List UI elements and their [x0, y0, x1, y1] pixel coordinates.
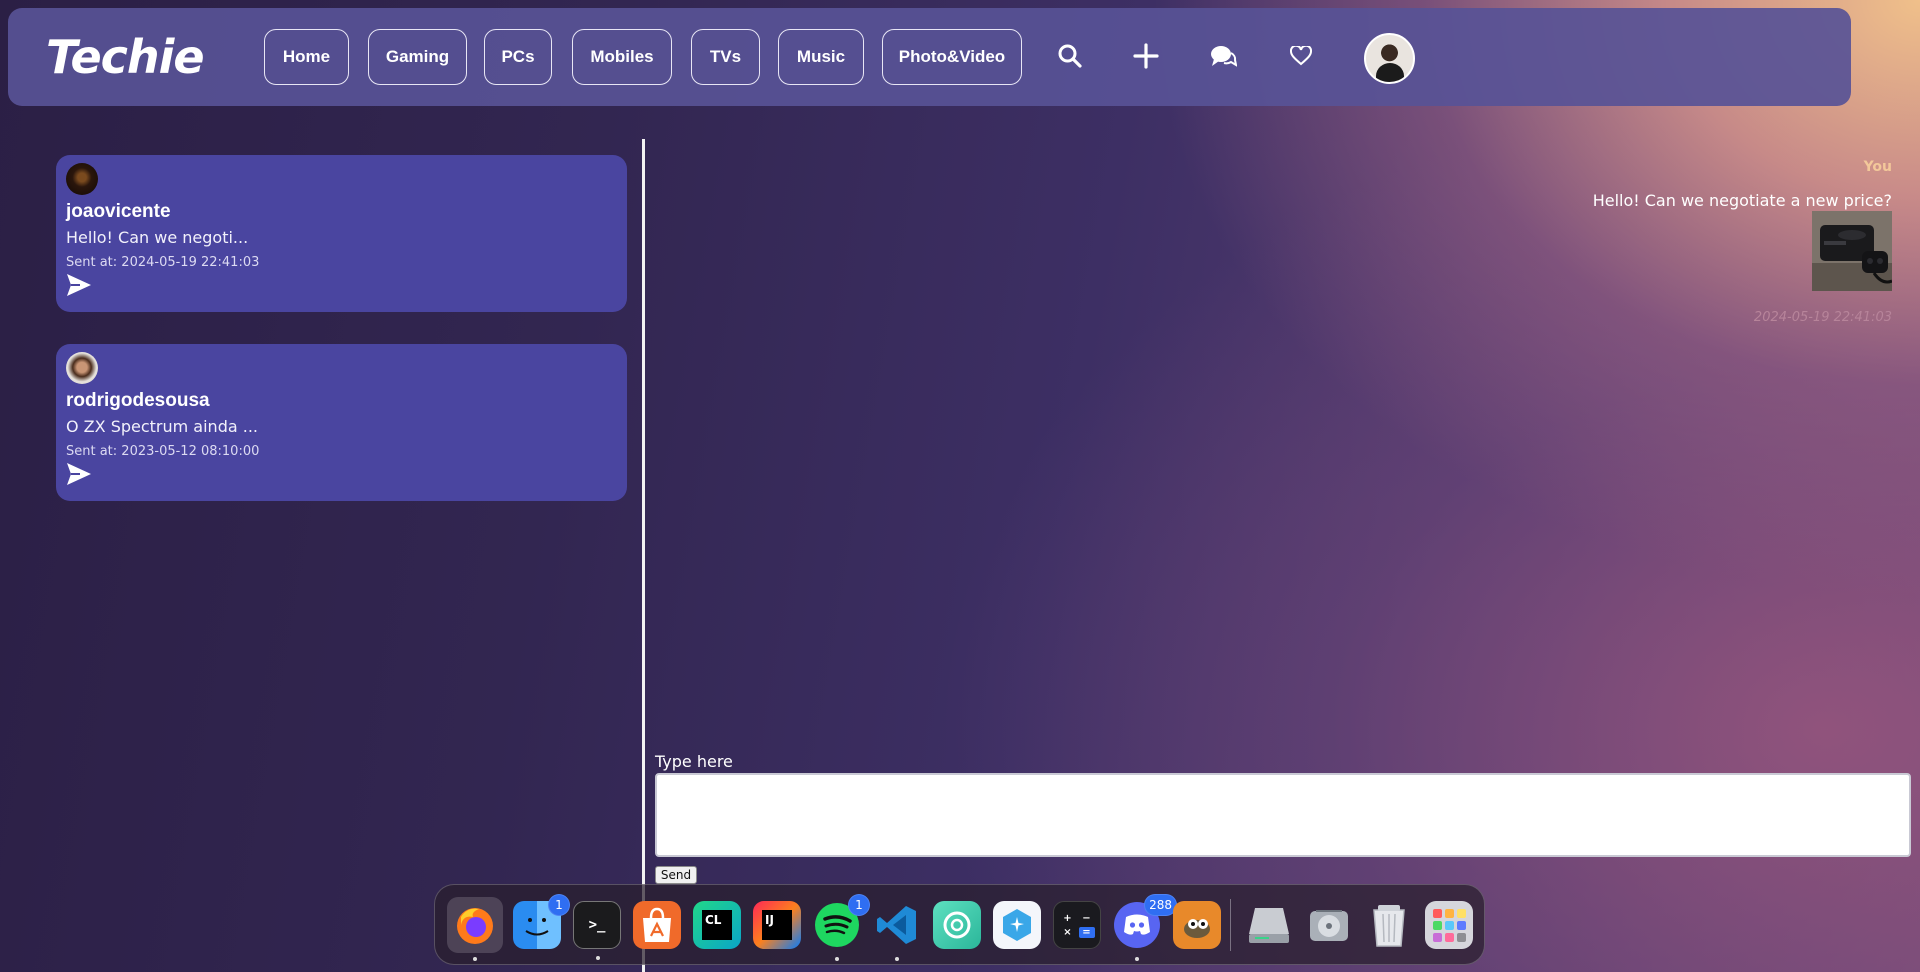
macos-dock: 1 >_ CL IJ 1 + − × = 288	[434, 884, 1485, 965]
lens-icon[interactable]	[933, 901, 981, 949]
conversation-card[interactable]: rodrigodesousa O ZX Spectrum ainda ... S…	[56, 344, 627, 501]
nav-photo-video-button[interactable]: Photo&Video	[882, 29, 1022, 85]
conversation-card[interactable]: joaovicente Hello! Can we negoti... Sent…	[56, 155, 627, 312]
message-image[interactable]	[1812, 211, 1892, 291]
send-arrow-icon[interactable]	[66, 462, 92, 488]
avatar	[66, 352, 98, 384]
conversation-timestamp: Sent at: 2024-05-19 22:41:03	[66, 255, 260, 270]
terminal-icon[interactable]: >_	[573, 901, 621, 960]
app-store-icon[interactable]	[633, 901, 681, 949]
conversation-preview: Hello! Can we negoti...	[66, 228, 249, 247]
nav-tvs-button[interactable]: TVs	[691, 29, 760, 85]
hex-app-icon[interactable]	[993, 901, 1041, 949]
finder-icon[interactable]: 1	[513, 894, 570, 949]
nav-home-button[interactable]: Home	[264, 29, 349, 85]
nav-gaming-button[interactable]: Gaming	[368, 29, 467, 85]
intellij-idea-icon[interactable]: IJ	[753, 901, 801, 949]
finder-badge: 1	[548, 894, 570, 916]
firefox-icon[interactable]	[447, 897, 503, 961]
site-logo[interactable]: Techie	[46, 30, 205, 84]
message-input-label: Type here	[655, 752, 733, 771]
launchpad-icon[interactable]	[1425, 901, 1473, 949]
trash-icon[interactable]	[1365, 901, 1413, 949]
nav-pcs-button[interactable]: PCs	[484, 29, 552, 85]
top-navbar: Techie Home Gaming PCs Mobiles TVs Music…	[8, 8, 1851, 106]
gimp-icon[interactable]	[1173, 901, 1221, 949]
send-arrow-icon[interactable]	[66, 273, 92, 299]
search-icon[interactable]	[1055, 41, 1085, 71]
clion-icon[interactable]: CL	[693, 901, 741, 949]
plus-icon[interactable]	[1131, 41, 1161, 71]
message-timestamp: 2024-05-19 22:41:03	[1753, 310, 1892, 325]
message-author: You	[1863, 159, 1892, 175]
dock-separator	[1230, 899, 1231, 951]
vscode-icon[interactable]	[873, 901, 921, 961]
disk-utility-icon[interactable]	[1305, 901, 1353, 949]
avatar	[66, 163, 98, 195]
conversation-preview: O ZX Spectrum ainda ...	[66, 417, 258, 436]
conversation-timestamp: Sent at: 2023-05-12 08:10:00	[66, 444, 260, 459]
user-avatar[interactable]	[1364, 33, 1415, 84]
conversation-username: joaovicente	[66, 201, 171, 222]
chat-icon[interactable]	[1208, 41, 1238, 71]
calculator-icon[interactable]: + − × =	[1053, 901, 1101, 949]
spotify-badge: 1	[848, 894, 870, 916]
message-text: Hello! Can we negotiate a new price?	[1592, 191, 1892, 210]
nav-music-button[interactable]: Music	[778, 29, 864, 85]
spotify-icon[interactable]: 1	[813, 894, 870, 961]
send-button[interactable]: Send	[655, 866, 697, 884]
message-input[interactable]	[655, 773, 1911, 857]
nav-mobiles-button[interactable]: Mobiles	[572, 29, 672, 85]
panel-divider	[642, 139, 645, 972]
external-drive-icon[interactable]	[1245, 901, 1293, 949]
conversation-username: rodrigodesousa	[66, 390, 210, 411]
discord-icon[interactable]: 288	[1113, 894, 1177, 961]
heart-icon[interactable]	[1286, 41, 1316, 71]
